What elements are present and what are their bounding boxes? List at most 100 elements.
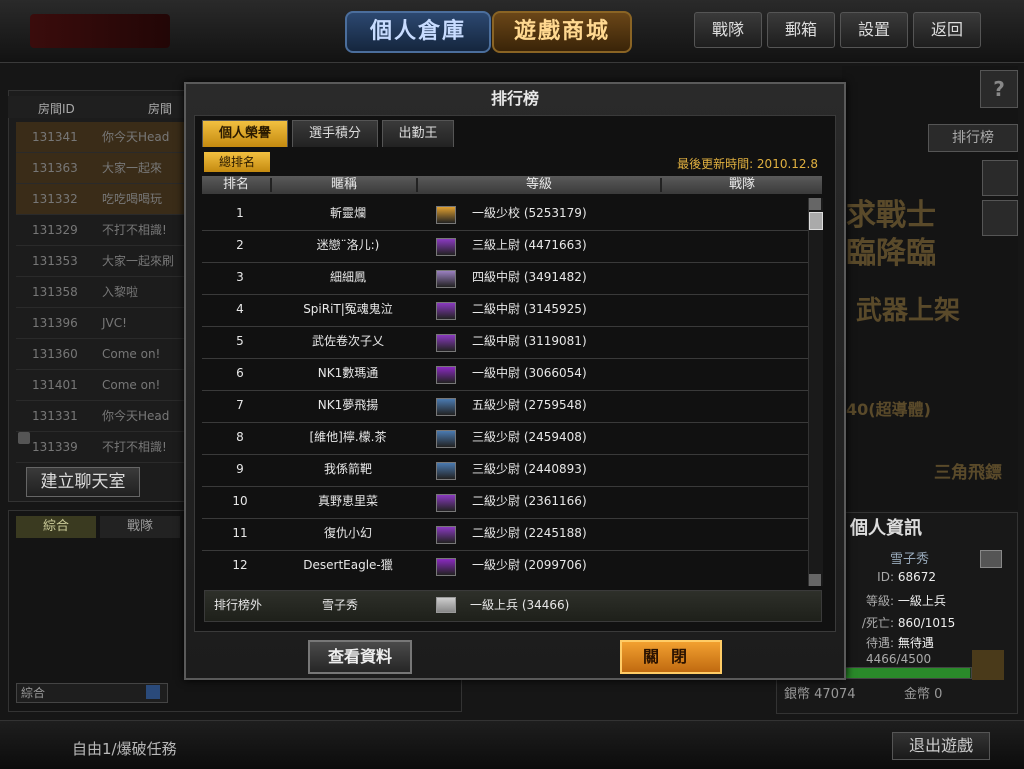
- table-row[interactable]: 9 我係箭靶 三級少尉 (2440893): [202, 454, 808, 487]
- nickname-cell: DesertEagle-獵: [303, 558, 393, 572]
- side-square-button[interactable]: [982, 200, 1018, 236]
- rank-badge-icon: [436, 270, 456, 288]
- last-updated: 最後更新時間: 2010.12.8: [677, 157, 818, 171]
- table-row[interactable]: 12 DesertEagle-獵 一級少尉 (2099706): [202, 550, 808, 582]
- table-row[interactable]: 4 SpiRiT|冤魂鬼泣 二級中尉 (3145925): [202, 294, 808, 327]
- chevron-down-icon[interactable]: [146, 685, 160, 699]
- rank-cell: 7: [236, 398, 244, 412]
- player-treatment: 待遇: 無待遇: [865, 636, 934, 650]
- scrollbar[interactable]: [808, 198, 823, 586]
- nickname-cell: 武佐卷次子乂: [311, 334, 384, 348]
- view-profile-button[interactable]: 查看資料: [308, 640, 412, 674]
- tab-player-points[interactable]: 選手積分: [292, 120, 378, 147]
- room-id: 131329: [32, 223, 78, 237]
- game-mode-text: 自由1/爆破任務: [72, 740, 177, 758]
- scroll-down-arrow-icon[interactable]: [809, 574, 821, 586]
- chat-tab-all[interactable]: 綜合: [16, 516, 96, 538]
- subtab-overall[interactable]: 總排名: [204, 152, 270, 172]
- rank-cell: 12: [232, 558, 248, 572]
- table-header: 排名 暱稱 等級 戰隊: [202, 176, 822, 194]
- tab-personal-honor[interactable]: 個人榮譽: [202, 120, 288, 147]
- room-list-header: 房間ID 房間: [8, 96, 184, 118]
- table-row[interactable]: 6 NK1數瑪通 一級中尉 (3066054): [202, 358, 808, 391]
- table-row[interactable]: 8 [維他]檸.檬.茶 三級少尉 (2459408): [202, 422, 808, 455]
- exit-game-button[interactable]: 退出遊戲: [892, 732, 990, 760]
- room-row[interactable]: 131363 大家一起來: [16, 153, 184, 184]
- table-row[interactable]: 2 迷戀¨洛儿:) 三級上尉 (4471663): [202, 230, 808, 263]
- mall-button[interactable]: 遊戲商城: [492, 11, 632, 53]
- rank-insignia-icon: [972, 650, 1004, 680]
- help-button[interactable]: ?: [980, 70, 1018, 108]
- lock-icon: [18, 432, 30, 444]
- scroll-thumb[interactable]: [809, 212, 823, 230]
- room-row[interactable]: 131332 吃吃喝喝玩: [16, 184, 184, 215]
- create-chat-room-button[interactable]: 建立聊天室: [26, 467, 140, 497]
- room-name: 入黎啦: [102, 285, 139, 299]
- game-logo: [30, 14, 170, 48]
- nickname-cell: NK1數瑪通: [317, 366, 379, 380]
- table-row[interactable]: 10 真野恵里菜 二級少尉 (2361166): [202, 486, 808, 519]
- column-team[interactable]: 戰隊: [662, 176, 822, 194]
- profile-icon[interactable]: [980, 550, 1002, 568]
- dialog-title: 排行榜: [490, 89, 539, 108]
- room-row[interactable]: 131401 Come on!: [16, 370, 184, 401]
- player-name: 雪子秀: [890, 552, 930, 567]
- rank-badge-icon: [436, 302, 456, 320]
- room-row[interactable]: 131331 你今天Head: [16, 401, 184, 432]
- settings-button[interactable]: 設置: [840, 12, 908, 48]
- room-row[interactable]: 131360 Come on!: [16, 339, 184, 370]
- team-button[interactable]: 戰隊: [694, 12, 762, 48]
- rank-badge-icon: [436, 206, 456, 224]
- rank-badge-icon: [436, 366, 456, 384]
- column-nickname[interactable]: 暱稱: [272, 176, 416, 194]
- table-row[interactable]: 7 NK1夢飛揚 五級少尉 (2759548): [202, 390, 808, 423]
- room-row[interactable]: 131329 不打不相識!: [16, 215, 184, 246]
- room-row[interactable]: 131396 JVC!: [16, 308, 184, 339]
- room-id: 131401: [32, 378, 78, 392]
- table-row[interactable]: 11 復仇小幻 二級少尉 (2245188): [202, 518, 808, 551]
- player-kills-deaths: /死亡: 860/1015: [861, 616, 956, 630]
- side-square-button[interactable]: [982, 160, 1018, 196]
- level-cell: 一級少尉 (2099706): [472, 558, 587, 572]
- column-level[interactable]: 等級: [418, 176, 660, 194]
- nickname-cell: 復仇小幻: [323, 526, 372, 540]
- warehouse-button[interactable]: 個人倉庫: [345, 11, 491, 53]
- level-cell: 一級少校 (5253179): [472, 206, 587, 220]
- close-button[interactable]: 關閉: [620, 640, 722, 674]
- room-row[interactable]: 131358 入黎啦: [16, 277, 184, 308]
- rank-badge-icon: [436, 597, 456, 613]
- table-row[interactable]: 5 武佐卷次子乂 二級中尉 (3119081): [202, 326, 808, 359]
- level-cell: 三級少尉 (2459408): [472, 430, 587, 444]
- scroll-up-arrow-icon[interactable]: [809, 198, 821, 210]
- column-rank[interactable]: 排名: [202, 176, 270, 194]
- chat-tab-team[interactable]: 戰隊: [100, 516, 180, 538]
- room-id: 131358: [32, 285, 78, 299]
- level-cell: 四級中尉 (3491482): [472, 270, 587, 284]
- rank-cell: 2: [236, 238, 244, 252]
- exp-bar: [840, 667, 972, 679]
- nickname-cell: SpiRiT|冤魂鬼泣: [303, 302, 393, 316]
- room-name: 吃吃喝喝玩: [102, 192, 163, 206]
- room-name: Come on!: [102, 347, 161, 361]
- back-button[interactable]: 返回: [913, 12, 981, 48]
- level-cell: 三級上尉 (4471663): [472, 238, 587, 252]
- room-row[interactable]: 131339 不打不相識!: [16, 432, 184, 463]
- room-id: 131341: [32, 130, 78, 144]
- rank-cell: 10: [232, 494, 248, 508]
- table-row[interactable]: 1 斬靈爛 一級少校 (5253179): [202, 198, 808, 231]
- rank-badge-icon: [436, 430, 456, 448]
- promo-text: 40(超導體): [846, 400, 931, 419]
- rank-cell: 9: [236, 462, 244, 476]
- leaderboard-side-button[interactable]: 排行榜: [928, 124, 1018, 152]
- tab-attendance[interactable]: 出勤王: [382, 120, 454, 147]
- room-name: 不打不相識!: [102, 440, 167, 454]
- room-row[interactable]: 131353 大家一起來刷: [16, 246, 184, 277]
- table-row[interactable]: 3 細細鳳 四級中尉 (3491482): [202, 262, 808, 295]
- room-row[interactable]: 131341 你今天Head: [16, 122, 184, 153]
- rank-badge-icon: [436, 526, 456, 544]
- promo-text: 三角飛鏢: [934, 463, 1002, 483]
- mailbox-button[interactable]: 郵箱: [767, 12, 835, 48]
- rank-cell: 4: [236, 302, 244, 316]
- exp-fill: [841, 668, 970, 678]
- nickname-cell: NK1夢飛揚: [317, 398, 379, 412]
